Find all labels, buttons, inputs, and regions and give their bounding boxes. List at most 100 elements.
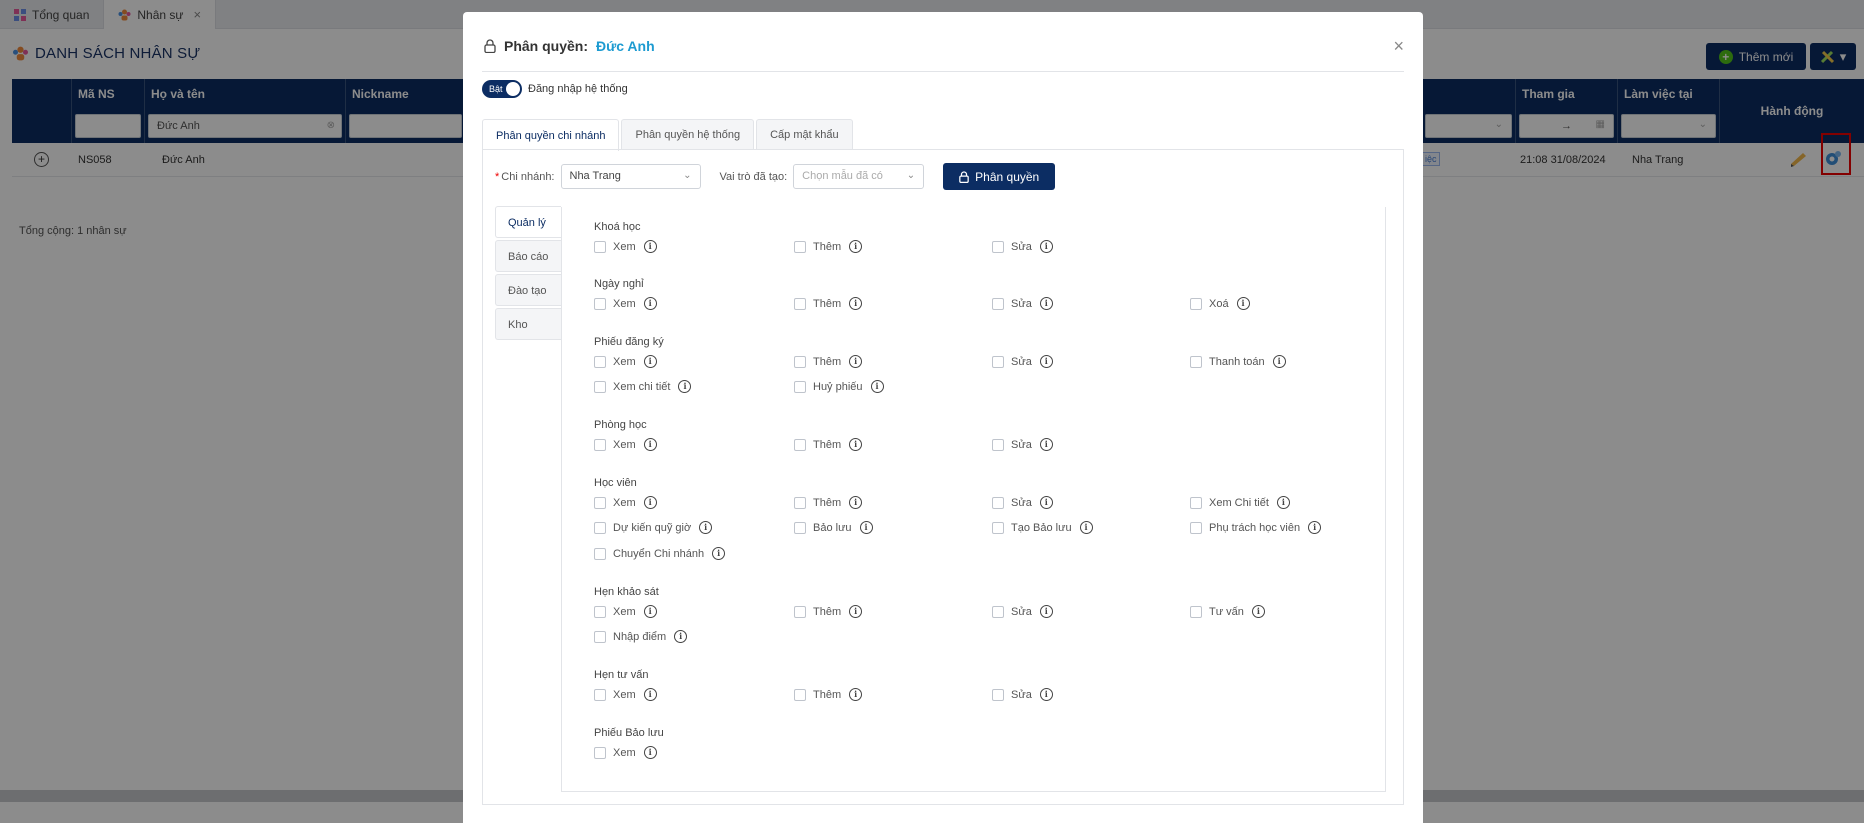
info-icon[interactable]: i <box>643 688 657 701</box>
checkbox[interactable] <box>594 380 606 393</box>
info-icon[interactable]: i <box>1039 438 1053 451</box>
checkbox[interactable] <box>794 688 806 701</box>
info-icon[interactable]: i <box>849 438 863 451</box>
permission-checkbox[interactable]: Sửa i <box>992 496 1053 509</box>
info-icon[interactable]: i <box>643 297 657 310</box>
checkbox[interactable] <box>594 297 606 310</box>
info-icon[interactable]: i <box>712 547 726 560</box>
tab-password[interactable]: Cấp mật khẩu <box>756 119 853 150</box>
info-icon[interactable]: i <box>643 496 657 509</box>
permission-checkbox[interactable]: Chuyển Chi nhánh i <box>594 547 726 560</box>
role-select[interactable]: Chọn mẫu đã có ⌄ <box>793 164 925 189</box>
info-icon[interactable]: i <box>678 380 692 393</box>
info-icon[interactable]: i <box>674 630 688 643</box>
permission-checkbox[interactable]: Thanh toán i <box>1190 355 1286 368</box>
info-icon[interactable]: i <box>1039 355 1053 368</box>
info-icon[interactable]: i <box>1272 355 1286 368</box>
permission-checkbox[interactable]: Xem i <box>594 438 657 451</box>
checkbox[interactable] <box>794 297 806 310</box>
permission-checkbox[interactable]: Sửa i <box>992 240 1053 253</box>
permission-checkbox[interactable]: Thêm i <box>794 240 863 253</box>
checkbox[interactable] <box>594 547 606 560</box>
permission-checkbox[interactable]: Xem i <box>594 240 657 253</box>
checkbox[interactable] <box>594 605 606 618</box>
checkbox[interactable] <box>594 240 606 253</box>
permission-checkbox[interactable]: Sửa i <box>992 438 1053 451</box>
checkbox[interactable] <box>992 297 1004 310</box>
side-tab-warehouse[interactable]: Kho <box>495 308 561 340</box>
permission-checkbox[interactable]: Xoá i <box>1190 297 1250 310</box>
permission-checkbox[interactable]: Thêm i <box>794 438 863 451</box>
checkbox[interactable] <box>594 746 606 759</box>
info-icon[interactable]: i <box>1039 240 1053 253</box>
checkbox[interactable] <box>1190 355 1202 368</box>
checkbox[interactable] <box>992 496 1004 509</box>
info-icon[interactable]: i <box>1236 297 1250 310</box>
tab-branch-permission[interactable]: Phân quyền chi nhánh <box>482 119 620 151</box>
close-icon[interactable]: × <box>1393 36 1404 57</box>
permission-checkbox[interactable]: Sửa i <box>992 605 1053 618</box>
info-icon[interactable]: i <box>1039 688 1053 701</box>
permission-checkbox[interactable]: Xem i <box>594 297 657 310</box>
permission-checkbox[interactable]: Huỷ phiếu i <box>794 380 884 393</box>
info-icon[interactable]: i <box>849 240 863 253</box>
branch-select[interactable]: Nha Trang ⌄ <box>560 164 701 189</box>
info-icon[interactable]: i <box>859 521 873 534</box>
permission-checkbox[interactable]: Tư vấn i <box>1190 605 1265 618</box>
checkbox[interactable] <box>1190 605 1202 618</box>
permission-checkbox[interactable]: Thêm i <box>794 605 863 618</box>
permission-checkbox[interactable]: Thêm i <box>794 355 863 368</box>
permission-checkbox[interactable]: Dự kiến quỹ giờ i <box>594 521 713 534</box>
info-icon[interactable]: i <box>1276 496 1290 509</box>
info-icon[interactable]: i <box>849 605 863 618</box>
checkbox[interactable] <box>992 688 1004 701</box>
login-toggle[interactable]: Bật <box>482 80 522 98</box>
permission-checkbox[interactable]: Bảo lưu i <box>794 521 873 534</box>
info-icon[interactable]: i <box>849 496 863 509</box>
info-icon[interactable]: i <box>1039 605 1053 618</box>
info-icon[interactable]: i <box>643 355 657 368</box>
permission-checkbox[interactable]: Tạo Bảo lưu i <box>992 521 1093 534</box>
info-icon[interactable]: i <box>643 240 657 253</box>
checkbox[interactable] <box>992 240 1004 253</box>
info-icon[interactable]: i <box>643 605 657 618</box>
checkbox[interactable] <box>1190 297 1202 310</box>
checkbox[interactable] <box>992 438 1004 451</box>
info-icon[interactable]: i <box>1039 496 1053 509</box>
permission-checkbox[interactable]: Thêm i <box>794 297 863 310</box>
checkbox[interactable] <box>794 380 806 393</box>
permission-checkbox[interactable]: Nhập điểm i <box>594 630 688 643</box>
info-icon[interactable]: i <box>1039 297 1053 310</box>
permission-checkbox[interactable]: Xem i <box>594 688 657 701</box>
checkbox[interactable] <box>1190 496 1202 509</box>
info-icon[interactable]: i <box>849 355 863 368</box>
permission-checkbox[interactable]: Xem i <box>594 746 657 759</box>
permission-checkbox[interactable]: Xem i <box>594 496 657 509</box>
info-icon[interactable]: i <box>870 380 884 393</box>
checkbox[interactable] <box>992 605 1004 618</box>
info-icon[interactable]: i <box>643 438 657 451</box>
info-icon[interactable]: i <box>643 746 657 759</box>
permission-checkbox[interactable]: Thêm i <box>794 688 863 701</box>
checkbox[interactable] <box>594 355 606 368</box>
checkbox[interactable] <box>594 688 606 701</box>
checkbox[interactable] <box>594 438 606 451</box>
checkbox[interactable] <box>594 521 606 534</box>
info-icon[interactable]: i <box>699 521 713 534</box>
checkbox[interactable] <box>794 438 806 451</box>
checkbox[interactable] <box>794 496 806 509</box>
info-icon[interactable]: i <box>1251 605 1265 618</box>
permission-checkbox[interactable]: Xem i <box>594 355 657 368</box>
permission-checkbox[interactable]: Sửa i <box>992 355 1053 368</box>
permission-checkbox[interactable]: Sửa i <box>992 688 1053 701</box>
info-icon[interactable]: i <box>849 297 863 310</box>
checkbox[interactable] <box>1190 521 1202 534</box>
permission-checkbox[interactable]: Xem chi tiết i <box>594 380 692 393</box>
info-icon[interactable]: i <box>849 688 863 701</box>
side-tab-management[interactable]: Quản lý <box>495 206 561 238</box>
checkbox[interactable] <box>992 521 1004 534</box>
checkbox[interactable] <box>794 605 806 618</box>
side-tab-reports[interactable]: Báo cáo <box>495 240 561 272</box>
permission-checkbox[interactable]: Xem Chi tiết i <box>1190 496 1290 509</box>
checkbox[interactable] <box>594 630 606 643</box>
